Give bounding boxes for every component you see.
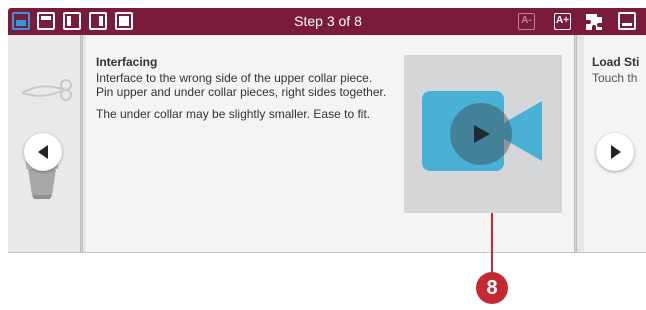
instruction-paragraph: The under collar may be slightly smaller… xyxy=(96,107,371,121)
step-title: Step 3 of 8 xyxy=(294,13,362,29)
play-icon xyxy=(474,125,490,143)
callout-number-badge: 8 xyxy=(476,272,508,304)
next-step-subtitle: Touch th xyxy=(592,71,638,85)
layout-full-screen-icon[interactable] xyxy=(115,12,133,30)
arrow-right-icon xyxy=(611,145,621,159)
next-step-button[interactable] xyxy=(596,133,634,171)
font-decrease-button[interactable]: A- xyxy=(518,13,535,30)
puzzle-piece-icon[interactable] xyxy=(584,12,604,32)
previous-step-button[interactable] xyxy=(24,133,62,171)
scissors-icon xyxy=(21,79,72,101)
current-step-card: Interfacing Interface to the wrong side … xyxy=(86,35,574,252)
step-panel: Interfacing Interface to the wrong side … xyxy=(8,35,646,253)
instruction-paragraph: Interface to the wrong side of the upper… xyxy=(96,71,387,99)
arrow-left-icon xyxy=(38,145,48,159)
layout-top-panel-icon[interactable] xyxy=(37,12,55,30)
top-toolbar: Step 3 of 8 A- A+ xyxy=(8,8,646,35)
next-step-title: Load Sti xyxy=(592,55,640,69)
step-instructions: Interface to the wrong side of the upper… xyxy=(96,71,392,129)
layout-left-panel-icon[interactable] xyxy=(63,12,81,30)
play-button[interactable] xyxy=(450,103,512,165)
step-heading: Interfacing xyxy=(96,55,158,69)
callout-line xyxy=(491,213,493,273)
window-icon[interactable] xyxy=(618,12,636,30)
video-thumbnail[interactable] xyxy=(404,55,562,213)
panel-divider xyxy=(80,35,83,252)
panel-divider xyxy=(574,35,577,252)
font-increase-button[interactable]: A+ xyxy=(554,13,571,30)
layout-bottom-panel-icon[interactable] xyxy=(12,12,30,30)
layout-right-panel-icon[interactable] xyxy=(89,12,107,30)
